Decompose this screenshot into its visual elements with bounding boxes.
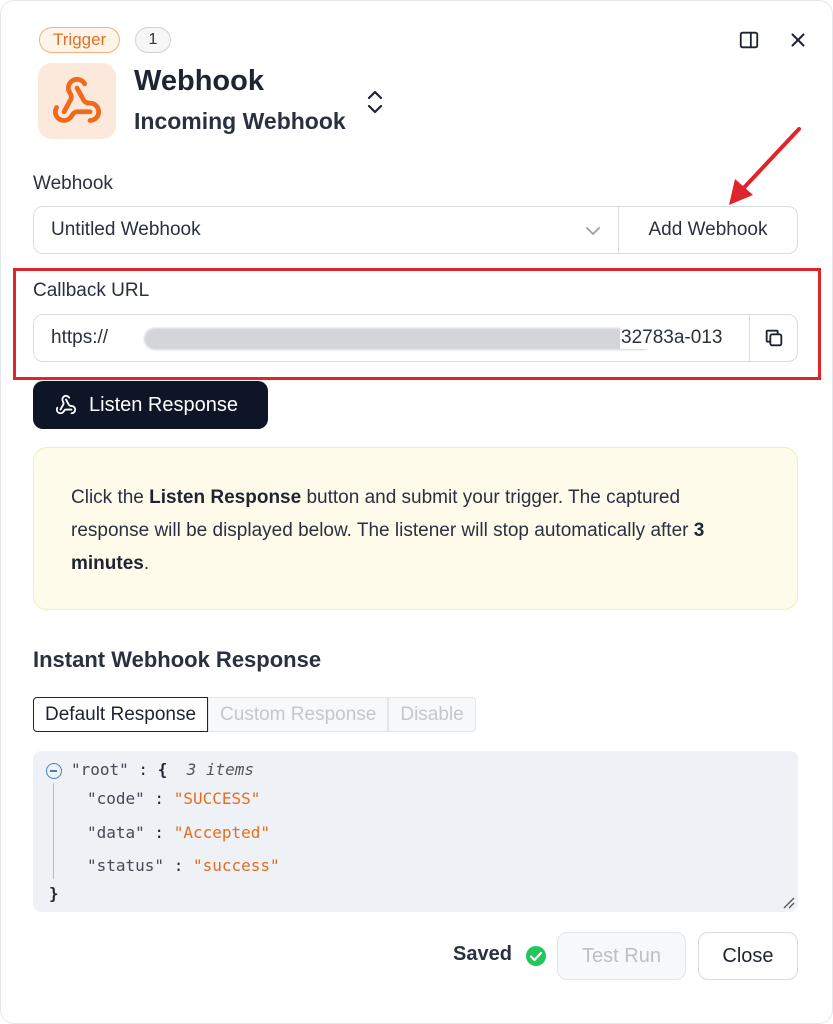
response-section-title: Instant Webhook Response [33,647,322,672]
tab-custom-response[interactable]: Custom Response [208,697,389,732]
check-circle-icon [526,946,546,966]
saved-status: Saved [453,943,512,965]
chevron-updown-icon[interactable] [362,87,388,117]
add-webhook-button[interactable]: Add Webhook [618,206,798,254]
close-button[interactable]: Close [698,932,798,980]
test-run-button[interactable]: Test Run [557,932,686,980]
json-value: "success" [192,856,280,875]
node-number-badge: 1 [135,27,171,53]
json-key: "code" [87,789,145,808]
json-value: "Accepted" [173,823,271,842]
json-root-key: "root" [71,760,129,779]
callback-url-field[interactable]: https:// 32783a-013 [33,314,750,362]
json-entry: "code" : "SUCCESS" [87,789,261,808]
annotation-arrow-icon [729,127,801,205]
webhook-select-value: Untitled Webhook [51,219,201,240]
node-title: Webhook [134,65,264,97]
json-entry: "data" : "Accepted" [87,823,271,842]
webhook-icon [38,63,116,139]
json-entry: "status" : "success" [87,856,280,875]
response-tabs: Default Response Custom Response Disable [33,697,476,732]
callback-url-suffix: 32783a-013 [620,327,723,349]
json-key: "data" [87,823,145,842]
callback-url-prefix: https:// [51,327,109,348]
redacted-url-blur [144,328,654,350]
listen-response-label: Listen Response [89,393,238,416]
info-text: . [143,553,150,574]
webhook-icon [55,394,77,415]
json-key: "status" [87,856,165,875]
trigger-badge: Trigger [39,27,121,53]
tab-disable[interactable]: Disable [388,697,476,732]
callback-url-label: Callback URL [33,280,150,301]
webhook-select[interactable]: Untitled Webhook [33,206,619,254]
json-indent-guide [53,783,54,879]
tab-default-response[interactable]: Default Response [33,697,209,732]
chevron-down-icon [586,227,600,236]
listen-response-button[interactable]: Listen Response [33,381,268,429]
close-icon[interactable] [785,27,811,53]
copy-icon[interactable] [749,314,798,362]
json-response-viewer[interactable]: "root" : { 3 items "code" : "SUCCESS" "d… [33,751,798,912]
webhook-config-panel: Trigger 1 Webhook Incoming Webhook Webho… [0,0,833,1024]
sidebar-panel-icon[interactable] [736,27,762,53]
json-value: "SUCCESS" [173,789,261,808]
json-close-brace: } [49,884,59,903]
collapse-icon[interactable] [46,763,62,779]
resize-handle-icon[interactable] [781,895,795,909]
info-text: Click the [71,487,150,508]
node-subtitle: Incoming Webhook [134,108,346,134]
info-bold-listen: Listen Response [149,487,302,508]
json-root-row: "root" : { 3 items [71,760,255,779]
webhook-label: Webhook [33,173,113,194]
json-items-count: 3 items [186,760,255,779]
listener-info-box: Click the Listen Response button and sub… [33,447,798,610]
